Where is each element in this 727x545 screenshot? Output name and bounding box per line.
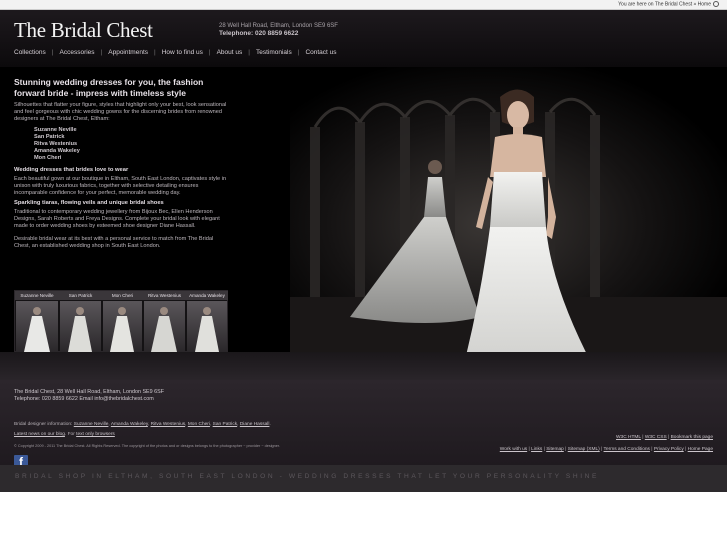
home-page-link[interactable]: Home Page	[688, 447, 713, 452]
header: The Bridal Chest 28 Well Hall Road, Elth…	[0, 10, 727, 67]
nav-accessories[interactable]: Accessories	[60, 49, 95, 56]
thumbnail-suzanne-neville[interactable]: Suzanne Neville	[15, 291, 59, 353]
thumbnail-photo	[103, 301, 142, 352]
nav-separator: |	[248, 49, 250, 56]
page-title: Stunning wedding dresses for you, the fa…	[14, 77, 204, 98]
designer-item: San Patrick	[34, 133, 65, 140]
links-link[interactable]: Links	[531, 447, 542, 452]
privacy-link[interactable]: Privacy Policy	[654, 447, 684, 452]
bookmark-link[interactable]: Bookmark this page	[671, 435, 713, 440]
thumbnail-photo	[187, 301, 227, 352]
designer-item: Mon Cheri	[34, 154, 62, 161]
header-address: 28 Well Hall Road, Eltham, London SE9 6S…	[219, 22, 338, 38]
thumbnail-label: Suzanne Neville	[15, 291, 59, 300]
terms-link[interactable]: Terms and Conditions	[604, 447, 650, 452]
nav-separator: |	[51, 49, 54, 56]
footer-address: The Bridal Chest, 28 Well Hall Road, Elt…	[14, 389, 164, 403]
sitemap-link[interactable]: Sitemap	[546, 447, 564, 452]
designer-links-label: Bridal designer information:	[14, 422, 73, 427]
divider-band	[0, 352, 727, 380]
tagline-text: BRIDAL SHOP IN ELTHAM, SOUTH EAST LONDON…	[15, 473, 600, 480]
header-address-line: 28 Well Hall Road, Eltham, London SE9 6S…	[219, 23, 338, 29]
thumbnail-photo	[144, 301, 185, 352]
thumbnail-ritva-westenius[interactable]: Ritva Westenius	[143, 291, 186, 353]
news-mid-text: . For	[64, 432, 75, 437]
designer-item: Amanda Wakeley	[34, 147, 80, 154]
section-heading-accessories: Sparkling tiaras, flowing veils and uniq…	[14, 200, 164, 207]
nav-separator: |	[100, 49, 103, 56]
thumbnail-san-patrick[interactable]: San Patrick	[59, 291, 102, 353]
footer: The Bridal Chest, 28 Well Hall Road, Elt…	[0, 380, 727, 465]
work-with-us-link[interactable]: Work with us	[500, 447, 527, 452]
section-heading-wedding-dresses: Wedding dresses that brides love to wear	[14, 166, 129, 173]
nav-about-us[interactable]: About us	[217, 49, 243, 56]
thumbnail-label: San Patrick	[59, 291, 102, 300]
nav-collections[interactable]: Collections	[14, 49, 46, 56]
site-logo[interactable]: The Bridal Chest	[14, 18, 153, 43]
thumbnail-photo	[60, 301, 101, 352]
nav-separator: |	[154, 49, 156, 56]
section-text-service: Desirable bridal wear at its best with a…	[14, 236, 214, 250]
designer-item: Ritva Westenius	[34, 140, 78, 147]
designer-thumbnails: Suzanne Neville San Patrick Mon Cheri Ri…	[14, 290, 228, 352]
main-content: Stunning wedding dresses for you, the fa…	[14, 77, 230, 254]
designer-item: Suzanne Neville	[34, 126, 77, 133]
footer-link-mon-cheri[interactable]: Mon Cheri	[188, 422, 210, 427]
intro-paragraph: Silhouettes that flatter your figure, st…	[14, 102, 227, 122]
footer-link-san-patrick[interactable]: San Patrick	[213, 422, 238, 427]
footer-designer-links: Bridal designer information: Suzanne Nev…	[14, 422, 271, 427]
nav-separator: |	[208, 49, 211, 56]
blog-link[interactable]: Latest news on our blog	[14, 432, 65, 437]
hero-photo	[290, 67, 727, 352]
w3c-css-link[interactable]: W3C CSS	[645, 435, 667, 440]
site-container: The Bridal Chest 28 Well Hall Road, Elth…	[0, 10, 727, 492]
validation-links: W3C HTML | W3C CSS | Bookmark this page	[616, 435, 713, 440]
footer-address-line: The Bridal Chest, 28 Well Hall Road, Elt…	[14, 389, 165, 395]
footer-link-diane-hassall[interactable]: Diane Hassall	[240, 422, 270, 427]
nav-testimonials[interactable]: Testimonials	[256, 49, 292, 56]
w3c-html-link[interactable]: W3C HTML	[616, 435, 641, 440]
nav-separator: |	[297, 49, 300, 56]
breadcrumb-text: You are here on The Bridal Chest » Home	[618, 1, 711, 8]
footer-link-amanda-wakeley[interactable]: Amanda Wakeley	[111, 422, 148, 427]
thumbnail-photo	[16, 301, 58, 352]
footer-link-ritva-westenius[interactable]: Ritva Westenius	[151, 422, 186, 427]
thumbnail-amanda-wakeley[interactable]: Amanda Wakeley	[186, 291, 228, 353]
footer-contact-line: Telephone: 020 8859 6622 Email info@theb…	[14, 396, 154, 402]
section-text-wedding-dresses: Each beautiful gown at our boutique in E…	[14, 175, 227, 196]
nav-appointments[interactable]: Appointments	[108, 49, 148, 56]
nav-how-to-find-us[interactable]: How to find us	[162, 49, 203, 56]
copyright: © Copyright 2009 - 2011 The Bridal Chest…	[14, 444, 281, 448]
sitemap-xml-link[interactable]: Sitemap (XML)	[568, 447, 600, 452]
footer-news: Latest news on our blog. For text only b…	[14, 432, 115, 437]
thumbnail-label: Ritva Westenius	[143, 291, 186, 300]
top-strip: You are here on The Bridal Chest » Home	[0, 0, 727, 10]
designer-list: Suzanne Neville San Patrick Ritva Westen…	[34, 127, 230, 162]
home-circle-icon[interactable]	[713, 1, 719, 7]
header-phone: Telephone: 020 8859 6622	[219, 30, 299, 37]
thumbnail-mon-cheri[interactable]: Mon Cheri	[102, 291, 143, 353]
footer-site-links: Work with us | Links | Sitemap | Sitemap…	[499, 447, 713, 452]
text-only-link[interactable]: text only browsers	[76, 432, 115, 437]
breadcrumb: You are here on The Bridal Chest » Home	[618, 1, 719, 7]
main-nav: Collections | Accessories | Appointments | How…	[14, 49, 337, 56]
nav-contact-us[interactable]: Contact us	[305, 49, 336, 56]
tagline-bar: BRIDAL SHOP IN ELTHAM, SOUTH EAST LONDON…	[0, 465, 727, 492]
footer-link-suzanne-neville[interactable]: Suzanne Neville	[74, 422, 109, 427]
section-text-accessories: Traditional to contemporary wedding jewe…	[14, 209, 220, 230]
thumbnail-label: Mon Cheri	[102, 291, 143, 300]
thumbnail-label: Amanda Wakeley	[186, 291, 228, 300]
